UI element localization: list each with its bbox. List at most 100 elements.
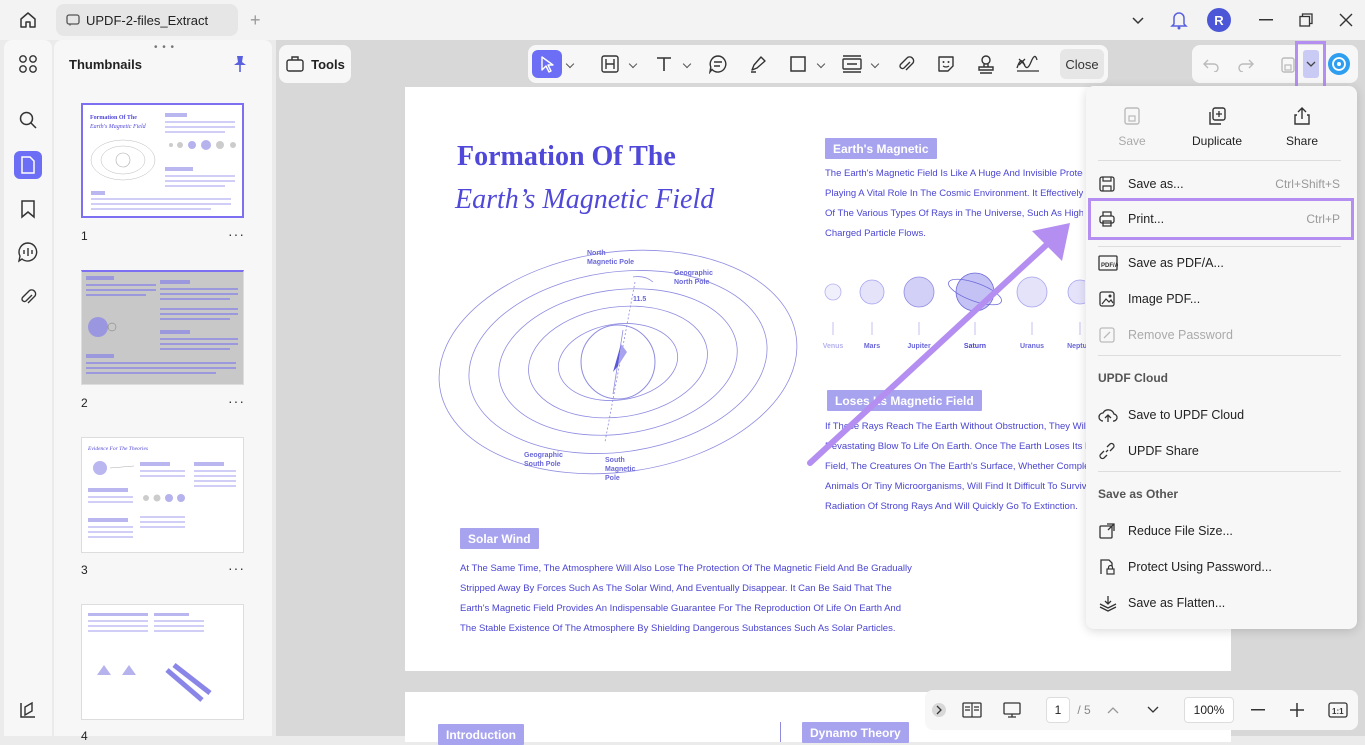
menu-updf-share[interactable]: UPDF Share (1098, 437, 1344, 465)
menu-save-to-cloud[interactable]: Save to UPDF Cloud (1098, 401, 1344, 429)
menu-save-pdfa[interactable]: PDF/A Save as PDF/A... (1098, 249, 1344, 277)
geographic-north-pole-label: Geographic North Pole (674, 270, 713, 286)
menu-divider (1098, 355, 1341, 356)
thumbnail-page-2[interactable] (81, 270, 244, 385)
bookmark-icon[interactable] (14, 195, 42, 223)
svg-text:PDF/A: PDF/A (1101, 263, 1118, 269)
section-introduction-label: Introduction (438, 724, 524, 745)
rectangle-tool-icon[interactable] (786, 50, 810, 78)
add-tab-icon[interactable]: + (250, 10, 261, 31)
page-layout-icon[interactable] (961, 698, 983, 722)
thumbnail-more-icon[interactable]: ··· (228, 393, 245, 409)
section-solar-wind-label: Solar Wind (460, 528, 539, 549)
menu-share-button[interactable]: Share (1262, 106, 1342, 148)
undo-icon[interactable] (1200, 51, 1222, 79)
page-title-line2: Earth’s Magnetic Field (455, 184, 715, 215)
menu-divider (1098, 160, 1341, 161)
next-page-icon[interactable] (1145, 698, 1161, 722)
chevron-down-icon[interactable] (682, 59, 692, 69)
bell-icon[interactable] (1168, 8, 1190, 32)
thumbnail-page-1[interactable]: Formation Of The Earth's Magnetic Field (81, 103, 244, 218)
thumbnail-more-icon[interactable]: ··· (228, 560, 245, 576)
highlighter-icon[interactable] (746, 50, 770, 78)
avatar[interactable]: R (1207, 8, 1231, 32)
chevron-down-icon[interactable] (816, 59, 826, 69)
menu-protect-password[interactable]: Protect Using Password... (1098, 553, 1344, 581)
previous-page-icon[interactable] (1105, 698, 1121, 722)
pin-icon[interactable] (232, 55, 248, 78)
image-pdf-icon (1098, 290, 1128, 308)
page-total: / 5 (1077, 703, 1091, 717)
signature-icon[interactable] (1014, 50, 1042, 78)
ai-assistant-icon[interactable] (1327, 50, 1351, 78)
heading-tool-icon[interactable] (598, 50, 622, 78)
tab-title: UPDF-2-files_Extract (86, 12, 209, 28)
menu-save-flatten[interactable]: Save as Flatten... (1098, 589, 1344, 617)
form-tool-icon[interactable] (840, 50, 864, 78)
menu-image-pdf[interactable]: Image PDF... (1098, 285, 1344, 313)
thumbnails-icon[interactable] (14, 151, 42, 179)
close-tools-button[interactable]: Close (1060, 49, 1104, 79)
north-magnetic-pole-label: North Magnetic Pole (587, 250, 635, 266)
home-icon[interactable] (14, 8, 42, 32)
attachment-icon[interactable] (14, 283, 42, 311)
actual-size-icon[interactable]: 1:1 (1327, 698, 1349, 722)
presentation-icon[interactable] (1001, 698, 1023, 722)
magnetic-field-diagram (438, 249, 798, 475)
right-toolbar (1192, 45, 1358, 83)
attachment-tool-icon[interactable] (894, 50, 918, 78)
thumbnail-page-4[interactable] (81, 604, 244, 720)
chevron-down-icon[interactable] (565, 59, 575, 69)
select-tool-icon[interactable] (532, 50, 562, 78)
comment-tool-icon[interactable] (706, 50, 730, 78)
duplicate-icon (1209, 107, 1226, 125)
panel-drag-handle[interactable]: • • • (154, 42, 175, 53)
menu-divider (1098, 246, 1341, 247)
menu-reduce-file-size[interactable]: Reduce File Size... (1098, 517, 1344, 545)
left-sidebar (4, 40, 52, 736)
document-tab[interactable]: UPDF-2-files_Extract (56, 4, 238, 36)
menu-remove-password[interactable]: Remove Password (1098, 321, 1344, 349)
thumbnail-page-number: 1 (81, 229, 88, 243)
print-highlight (1088, 198, 1354, 240)
thumbnail-page-3[interactable]: Evidence For The Theories (81, 437, 244, 553)
chevron-down-icon[interactable] (628, 59, 638, 69)
thumbnail-more-icon[interactable]: ··· (228, 226, 245, 242)
thumbnail-panel: • • • Thumbnails Formation Of The Earth'… (54, 40, 272, 743)
title-bar: UPDF-2-files_Extract + R (0, 0, 1365, 40)
svg-text:Evidence For The Theories: Evidence For The Theories (87, 446, 148, 452)
search-icon[interactable] (14, 106, 42, 134)
geographic-south-pole-label: Geographic South Pole (524, 452, 563, 468)
zoom-in-icon[interactable] (1289, 698, 1305, 722)
toolbox-icon (286, 56, 304, 72)
arrow-annotation (807, 223, 1070, 466)
sticker-icon[interactable] (934, 50, 958, 78)
remove-password-icon (1098, 326, 1128, 344)
current-page-input[interactable]: 1 (1046, 697, 1070, 723)
redo-icon[interactable] (1235, 51, 1257, 79)
save-dropdown-menu: Save Duplicate Share Save as... Ctrl+Shi… (1086, 86, 1357, 629)
chevron-down-icon[interactable] (870, 59, 880, 69)
edit-toolbar: Close (528, 45, 1108, 83)
stamp-icon[interactable] (974, 50, 998, 78)
reduce-size-icon (1098, 522, 1128, 540)
svg-text:1:1: 1:1 (1332, 707, 1344, 716)
tools-button[interactable]: Tools (279, 45, 351, 83)
menu-save-button[interactable]: Save (1092, 106, 1172, 148)
svg-text:Formation Of The: Formation Of The (90, 115, 137, 121)
svg-text:Earth's Magnetic Field: Earth's Magnetic Field (89, 124, 147, 130)
chevron-down-icon[interactable] (1130, 8, 1146, 32)
menu-duplicate-button[interactable]: Duplicate (1177, 106, 1257, 148)
expand-icon[interactable] (931, 698, 947, 722)
close-window-icon[interactable] (1338, 8, 1354, 32)
zoom-level-input[interactable]: 100% (1184, 697, 1234, 723)
layers-icon[interactable] (14, 696, 42, 724)
menu-save-as[interactable]: Save as... Ctrl+Shift+S (1098, 170, 1344, 198)
menu-section-cloud: UPDF Cloud (1098, 371, 1168, 385)
comment-icon[interactable] (14, 238, 42, 266)
text-tool-icon[interactable] (652, 50, 676, 78)
apps-icon[interactable] (14, 50, 42, 78)
zoom-out-icon[interactable] (1250, 698, 1266, 722)
minimize-icon[interactable] (1258, 8, 1274, 32)
restore-icon[interactable] (1298, 8, 1314, 32)
